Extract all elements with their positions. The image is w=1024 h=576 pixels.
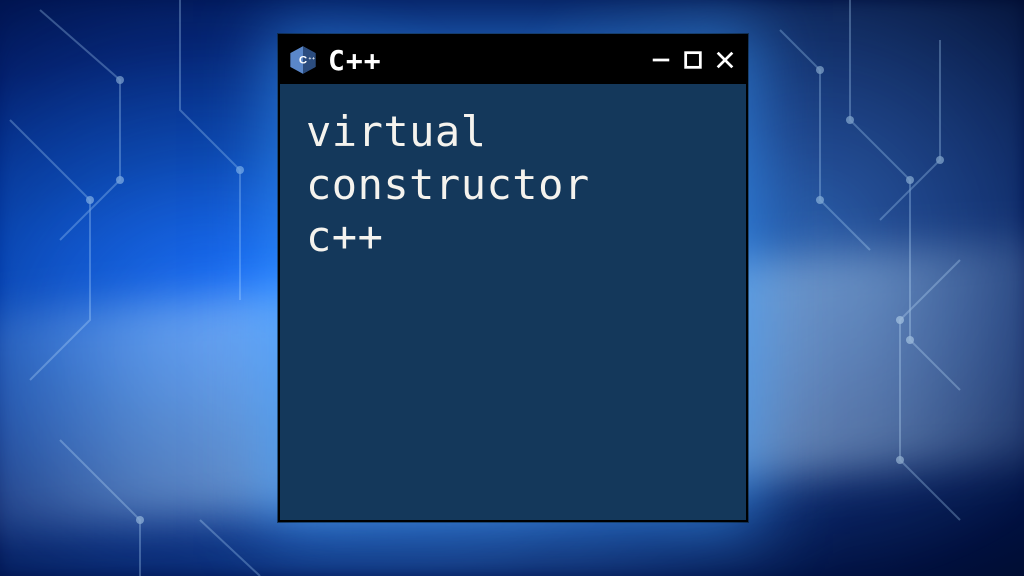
window-controls: [650, 49, 736, 71]
svg-text:+: +: [308, 57, 311, 62]
cpp-logo-icon: C + +: [288, 45, 318, 75]
minimize-icon: [650, 49, 672, 71]
window-title: C++: [328, 44, 382, 77]
maximize-button[interactable]: [682, 49, 704, 71]
window-content: virtual constructor c++: [280, 84, 746, 520]
maximize-icon: [682, 49, 704, 71]
terminal-window: C + + C++ virtual constructor c++: [278, 34, 748, 522]
close-button[interactable]: [714, 49, 736, 71]
titlebar[interactable]: C + + C++: [280, 36, 746, 84]
code-text: virtual constructor c++: [306, 106, 720, 264]
svg-text:C: C: [299, 55, 307, 67]
minimize-button[interactable]: [650, 49, 672, 71]
close-icon: [714, 49, 736, 71]
svg-text:+: +: [312, 57, 315, 62]
